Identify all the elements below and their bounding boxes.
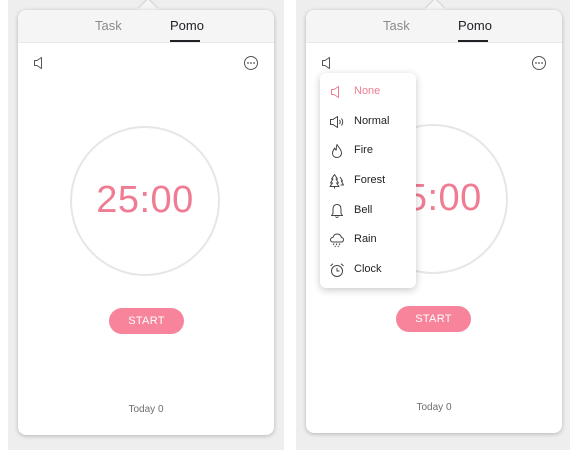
speaker-icon — [34, 57, 42, 69]
start-button[interactable]: START — [396, 306, 471, 332]
tab-pomo[interactable]: Pomo — [458, 18, 492, 33]
sound-button[interactable] — [320, 55, 336, 71]
sound-menu: None Normal Fire Forest Bell Rain Clock — [320, 73, 416, 288]
speaker-icon — [330, 116, 344, 128]
sound-option-rain[interactable]: Rain — [320, 226, 416, 254]
tab-pomo[interactable]: Pomo — [170, 18, 204, 33]
sound-option-clock[interactable]: Clock — [320, 256, 416, 284]
sound-option-label: Fire — [354, 144, 373, 156]
sound-option-label: Rain — [354, 233, 377, 245]
sound-option-label: Bell — [354, 204, 373, 216]
sound-option-forest[interactable]: Forest — [320, 167, 416, 195]
more-options-button[interactable] — [243, 55, 259, 71]
sound-option-label: None — [354, 85, 381, 97]
sound-option-label: Clock — [354, 263, 382, 275]
active-tab-indicator — [170, 40, 200, 42]
alarm-clock-icon — [330, 263, 344, 277]
rain-icon — [330, 233, 344, 248]
start-button[interactable]: START — [109, 308, 184, 334]
more-icon — [532, 56, 546, 70]
today-count: Today 0 — [128, 404, 164, 415]
tab-bar: Task Pomo — [306, 10, 562, 43]
more-options-button[interactable] — [531, 55, 547, 71]
sound-option-label: Normal — [354, 115, 390, 127]
today-count: Today 0 — [416, 402, 452, 413]
timer-display: 25:00 — [96, 179, 194, 221]
speaker-icon — [322, 57, 330, 69]
tab-bar: Task Pomo — [18, 10, 274, 43]
fire-icon — [332, 144, 342, 158]
tab-task[interactable]: Task — [383, 18, 410, 33]
sound-option-bell[interactable]: Bell — [320, 197, 416, 225]
sound-button[interactable] — [32, 55, 48, 71]
bell-icon — [331, 204, 343, 218]
tab-task[interactable]: Task — [95, 18, 122, 33]
sound-option-normal[interactable]: Normal — [320, 108, 416, 136]
sound-option-label: Forest — [354, 174, 386, 186]
forest-icon — [329, 174, 344, 189]
speaker-muted-icon — [331, 86, 339, 98]
more-icon — [244, 56, 258, 70]
sound-option-fire[interactable]: Fire — [320, 137, 416, 165]
active-tab-indicator — [458, 40, 488, 42]
sound-option-none[interactable]: None — [320, 78, 416, 106]
pomo-popover-default: Task Pomo 25:00 START Today 0 — [18, 10, 274, 435]
